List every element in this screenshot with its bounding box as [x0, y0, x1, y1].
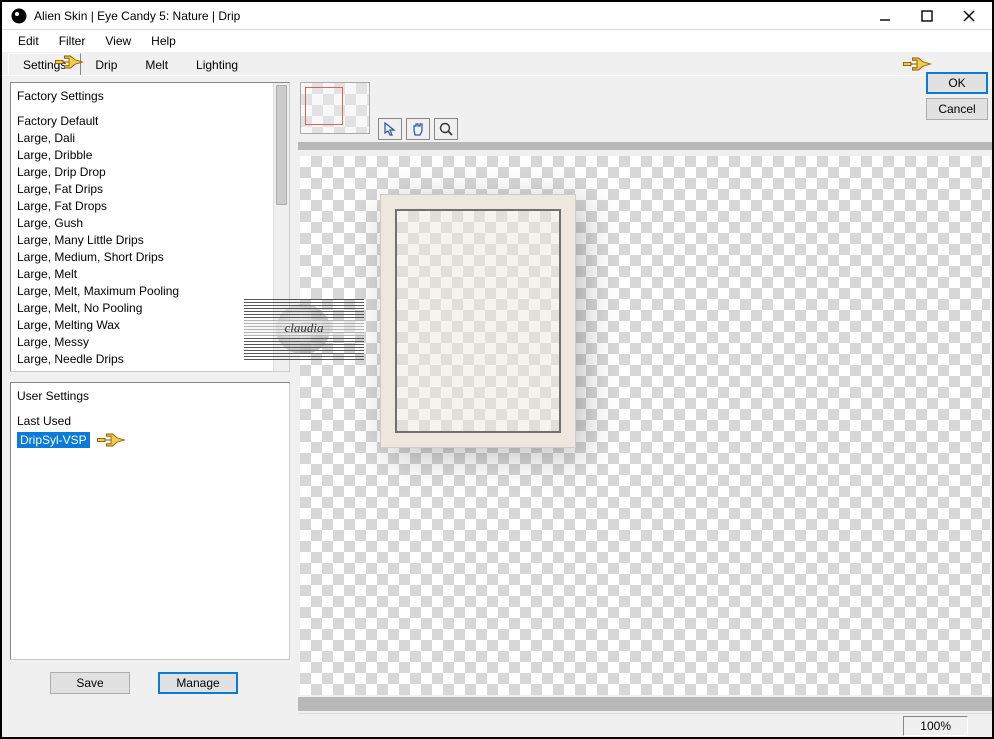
list-item[interactable]: Large, Dali	[17, 130, 283, 147]
save-button[interactable]: Save	[50, 672, 130, 694]
hand-tool[interactable]	[406, 118, 430, 140]
list-item-last-used[interactable]: Last Used	[17, 413, 283, 430]
minimize-button[interactable]	[864, 3, 906, 29]
cancel-button[interactable]: Cancel	[926, 98, 988, 120]
factory-header: Factory Settings	[11, 83, 289, 113]
preview-canvas[interactable]	[300, 156, 990, 695]
list-item-selected[interactable]: DripSyl-VSP	[17, 430, 283, 450]
preview-object	[380, 194, 576, 448]
settings-panel: Factory Settings Factory Default Large, …	[2, 76, 298, 737]
menu-view[interactable]: View	[95, 32, 141, 50]
list-item[interactable]: Large, Gush	[17, 215, 283, 232]
list-item[interactable]: Large, Needle Drips	[17, 351, 283, 368]
app-icon	[10, 7, 28, 25]
tab-settings[interactable]: Settings	[8, 53, 81, 75]
tab-lighting[interactable]: Lighting	[182, 54, 252, 75]
preview-thumbnail[interactable]	[300, 82, 370, 134]
factory-settings-list[interactable]: Factory Settings Factory Default Large, …	[10, 82, 290, 372]
status-bar: 100%	[298, 713, 992, 737]
scrollbar[interactable]	[273, 83, 289, 371]
content-area: Factory Settings Factory Default Large, …	[2, 76, 992, 737]
pointer-icon	[96, 430, 126, 450]
zoom-tool[interactable]	[434, 118, 458, 140]
list-item[interactable]: Large, Melt, No Pooling	[17, 300, 283, 317]
tab-drip[interactable]: Drip	[81, 54, 131, 75]
menubar: Edit Filter View Help	[2, 30, 992, 52]
user-header: User Settings	[11, 383, 289, 413]
selected-preset: DripSyl-VSP	[17, 432, 90, 448]
list-item[interactable]: Large, Dribble	[17, 147, 283, 164]
list-item[interactable]: Large, Messy	[17, 334, 283, 351]
divider	[298, 142, 992, 150]
close-button[interactable]	[948, 3, 990, 29]
list-item[interactable]: Factory Default	[17, 113, 283, 130]
menu-help[interactable]: Help	[141, 32, 186, 50]
list-item[interactable]: Large, Fat Drips	[17, 181, 283, 198]
list-item[interactable]: Large, Drip Drop	[17, 164, 283, 181]
titlebar: Alien Skin | Eye Candy 5: Nature | Drip	[2, 2, 992, 30]
manage-button[interactable]: Manage	[158, 672, 238, 694]
user-settings-list[interactable]: User Settings Last Used DripSyl-VSP	[10, 382, 290, 660]
zoom-level[interactable]: 100%	[903, 716, 968, 736]
menu-edit[interactable]: Edit	[8, 32, 49, 50]
scrollbar-thumb[interactable]	[276, 85, 287, 205]
list-item[interactable]: Large, Melt	[17, 266, 283, 283]
list-item[interactable]: Large, Medium, Short Drips	[17, 249, 283, 266]
divider	[298, 697, 992, 711]
list-item[interactable]: Large, Many Little Drips	[17, 232, 283, 249]
ok-button[interactable]: OK	[926, 72, 988, 94]
menu-filter[interactable]: Filter	[49, 32, 96, 50]
tab-melt[interactable]: Melt	[131, 54, 182, 75]
pointer-tool[interactable]	[378, 118, 402, 140]
list-item[interactable]: Large, Fat Drops	[17, 198, 283, 215]
tab-bar: Settings Drip Melt Lighting	[2, 52, 992, 76]
preview-panel: OK Cancel 100%	[298, 76, 992, 737]
maximize-button[interactable]	[906, 3, 948, 29]
list-item[interactable]: Large, Melt, Maximum Pooling	[17, 283, 283, 300]
list-item[interactable]: Large, Melting Wax	[17, 317, 283, 334]
thumbnail-selection	[305, 87, 343, 125]
window-title: Alien Skin | Eye Candy 5: Nature | Drip	[34, 9, 864, 23]
